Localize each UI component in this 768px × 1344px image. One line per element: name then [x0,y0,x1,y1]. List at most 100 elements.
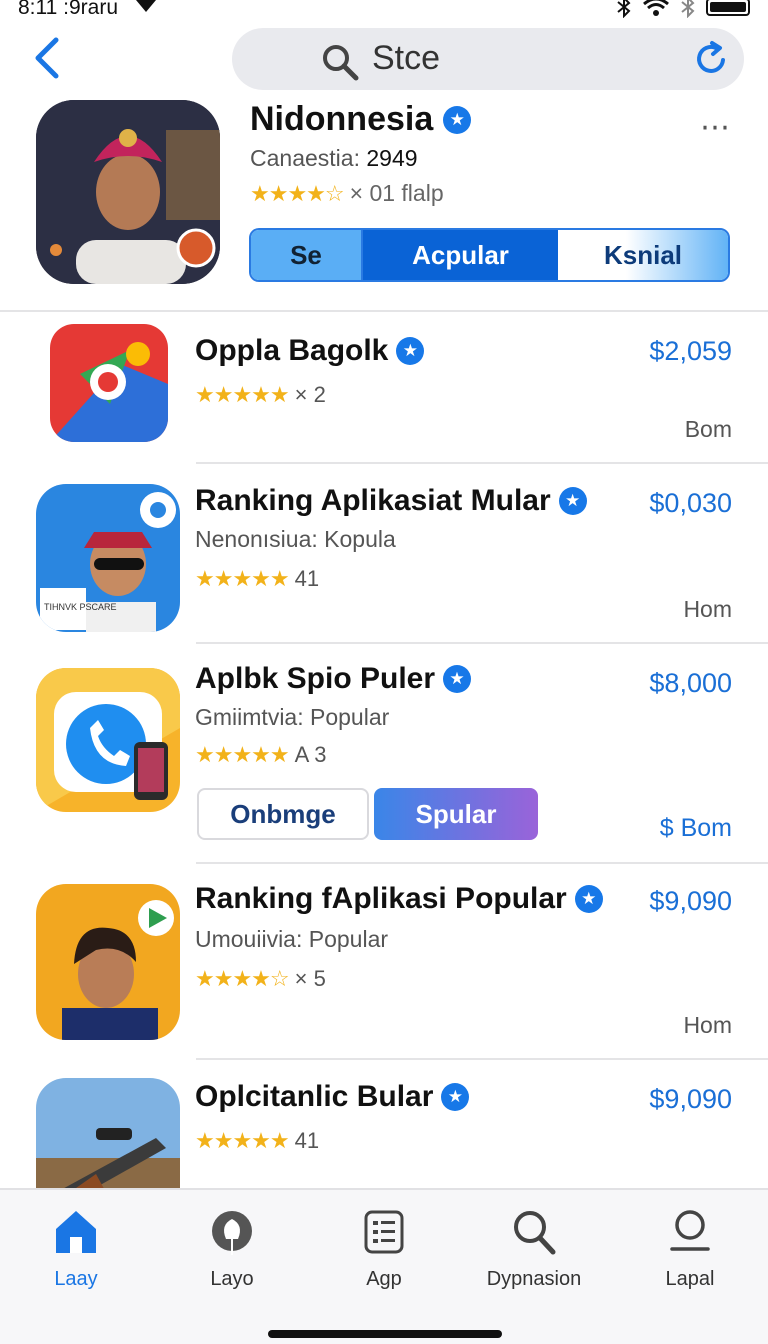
tab-label: Dypnasion [486,1268,582,1290]
home-indicator[interactable] [268,1330,502,1338]
app-price[interactable]: $9,090 [649,1084,732,1115]
app-name: Aplbk Spio Puler ★ [195,662,472,696]
app-name-text: Oppla Bagolk [195,334,389,367]
tab-label: Agp [366,1268,402,1290]
tab-today[interactable]: Laay [6,1206,146,1291]
featured-app-rating: ★★★★☆ × 01 flalp [250,180,444,207]
tab-label: Lapal [665,1268,715,1290]
app-row[interactable]: Oppla Bagolk ★ ★★★★★ × 2 $2,059 Bom [0,312,768,464]
star-rating-icon: ★★★★★ [195,742,290,767]
search-icon [514,1211,556,1255]
app-category: Nenonısiua: Kopula [195,526,396,552]
search-input[interactable]: Stce [372,39,440,78]
app-row[interactable]: Ranking fAplikasi Popular ★ Umouiivia: P… [0,864,768,1060]
tab-apps[interactable]: Agp [314,1206,454,1291]
app-category: Gmiimtvia: Popular [195,704,390,730]
verified-badge-icon: ★ [558,487,587,515]
back-button[interactable] [30,36,64,80]
status-bar: 8:11 :9raru [0,0,768,20]
status-icons [616,0,750,18]
primary-action-button[interactable]: Spular [374,788,538,840]
app-price[interactable]: $9,090 [649,886,732,917]
app-rating-text: × 5 [294,966,326,991]
app-name: Ranking fAplikasi Popular ★ [195,882,603,916]
tab-label: Laay [54,1268,98,1290]
star-rating-icon: ★★★★★ [195,566,290,591]
chevron-left-icon [35,37,59,79]
featured-app-subtitle: Canaestia: 2949 [250,145,418,172]
app-price[interactable]: $8,000 [649,668,732,699]
featured-app-icon[interactable] [36,100,220,284]
app-category: Umouiivia: Popular [195,926,389,952]
star-rating-icon: ★★★★☆ [250,180,345,206]
segmented-control: Se Acpular Ksnial [249,228,730,282]
tab-label: Layo [210,1268,254,1290]
verified-badge-icon: ★ [441,1083,470,1111]
app-name-text: Ranking fAplikasi Popular [195,882,567,915]
app-icon-phone [36,668,180,812]
list-icon [364,1210,404,1254]
tab-bar: Laay Layo Agp Dypnasion Lapal [0,1188,768,1344]
app-meta: $ Bom [659,814,732,842]
app-rating-text: A 3 [294,742,327,767]
app-icon-ranking: TIHNVK PSCARE [36,484,180,632]
star-rating-icon: ★★★★★ [195,382,290,407]
app-rating: ★★★★★ A 3 [195,742,326,768]
app-name-text: Aplbk Spio Puler [195,662,436,695]
app-name: Oplcitanlic Bular ★ [195,1080,470,1114]
featured-portrait-image [36,100,220,284]
person-icon [670,1210,710,1251]
app-meta: Hom [683,1012,732,1038]
app-name: Ranking Aplikasiat Mular ★ [195,484,587,518]
battery-icon [706,0,750,16]
app-meta: Bom [684,416,732,442]
app-icon-popular [36,884,180,1040]
app-rating: ★★★★★ 41 [195,566,319,592]
featured-subtitle-value: 2949 [366,145,418,171]
verified-badge-icon: ★ [443,105,472,134]
bluetooth-muted-icon [681,0,695,18]
segment-2[interactable]: Acpular [363,230,558,280]
location-icon [135,0,157,19]
app-price[interactable]: $0,030 [649,488,732,519]
tab-search[interactable]: Dypnasion [464,1206,604,1291]
featured-rating-text: × 01 flalp [349,180,444,206]
tab-games[interactable]: Layo [162,1206,302,1291]
app-name-text: Oplcitanlic Bular [195,1080,434,1113]
app-icon-caption: TIHNVK PSCARE [44,602,117,612]
star-rating-icon: ★★★★★ [195,1128,290,1153]
more-options-icon[interactable]: ⋯ [700,110,732,145]
balloon-icon [212,1211,252,1255]
tab-profile[interactable]: Lapal [620,1206,760,1291]
status-time: 8:11 :9raru [18,0,119,19]
verified-badge-icon: ★ [574,885,603,913]
verified-badge-icon: ★ [443,665,472,693]
search-bar[interactable]: Stce [232,28,744,90]
star-rating-icon: ★★★★☆ [195,966,290,991]
app-row[interactable]: Aplbk Spio Puler ★ Gmiimtvia: Popular ★★… [0,644,768,864]
app-rating: ★★★★★ 41 [195,1128,319,1154]
verified-badge-icon: ★ [396,337,425,365]
search-icon [323,45,359,81]
home-icon [56,1211,96,1253]
app-name: Oppla Bagolk ★ [195,334,425,368]
segment-3[interactable]: Ksnial [558,230,728,280]
app-rating: ★★★★★ × 2 [195,382,326,408]
app-price[interactable]: $2,059 [649,336,732,367]
app-row[interactable]: Oplcitanlic Bular ★ ★★★★★ 41 $9,090 [0,1060,768,1228]
segment-1[interactable]: Se [251,230,363,280]
refresh-icon[interactable] [692,40,730,78]
secondary-action-button[interactable]: Onbmge [197,788,369,840]
bluetooth-icon [617,0,631,18]
app-meta: Hom [683,596,732,622]
app-rating-text: × 2 [294,382,326,407]
app-rating-text: 41 [294,1128,320,1153]
app-store-screen: 8:11 :9raru Stce Nidonnesia ★ Canaestia:… [0,0,768,1344]
app-rating-text: 41 [294,566,320,591]
featured-subtitle-label: Canaestia: [250,145,360,171]
app-icon-maps [50,324,168,442]
app-name-text: Ranking Aplikasiat Mular [195,484,551,517]
featured-app-title: Nidonnesia ★ [250,100,472,139]
app-row[interactable]: TIHNVK PSCARE Ranking Aplikasiat Mular ★… [0,464,768,644]
wifi-icon [643,0,669,16]
